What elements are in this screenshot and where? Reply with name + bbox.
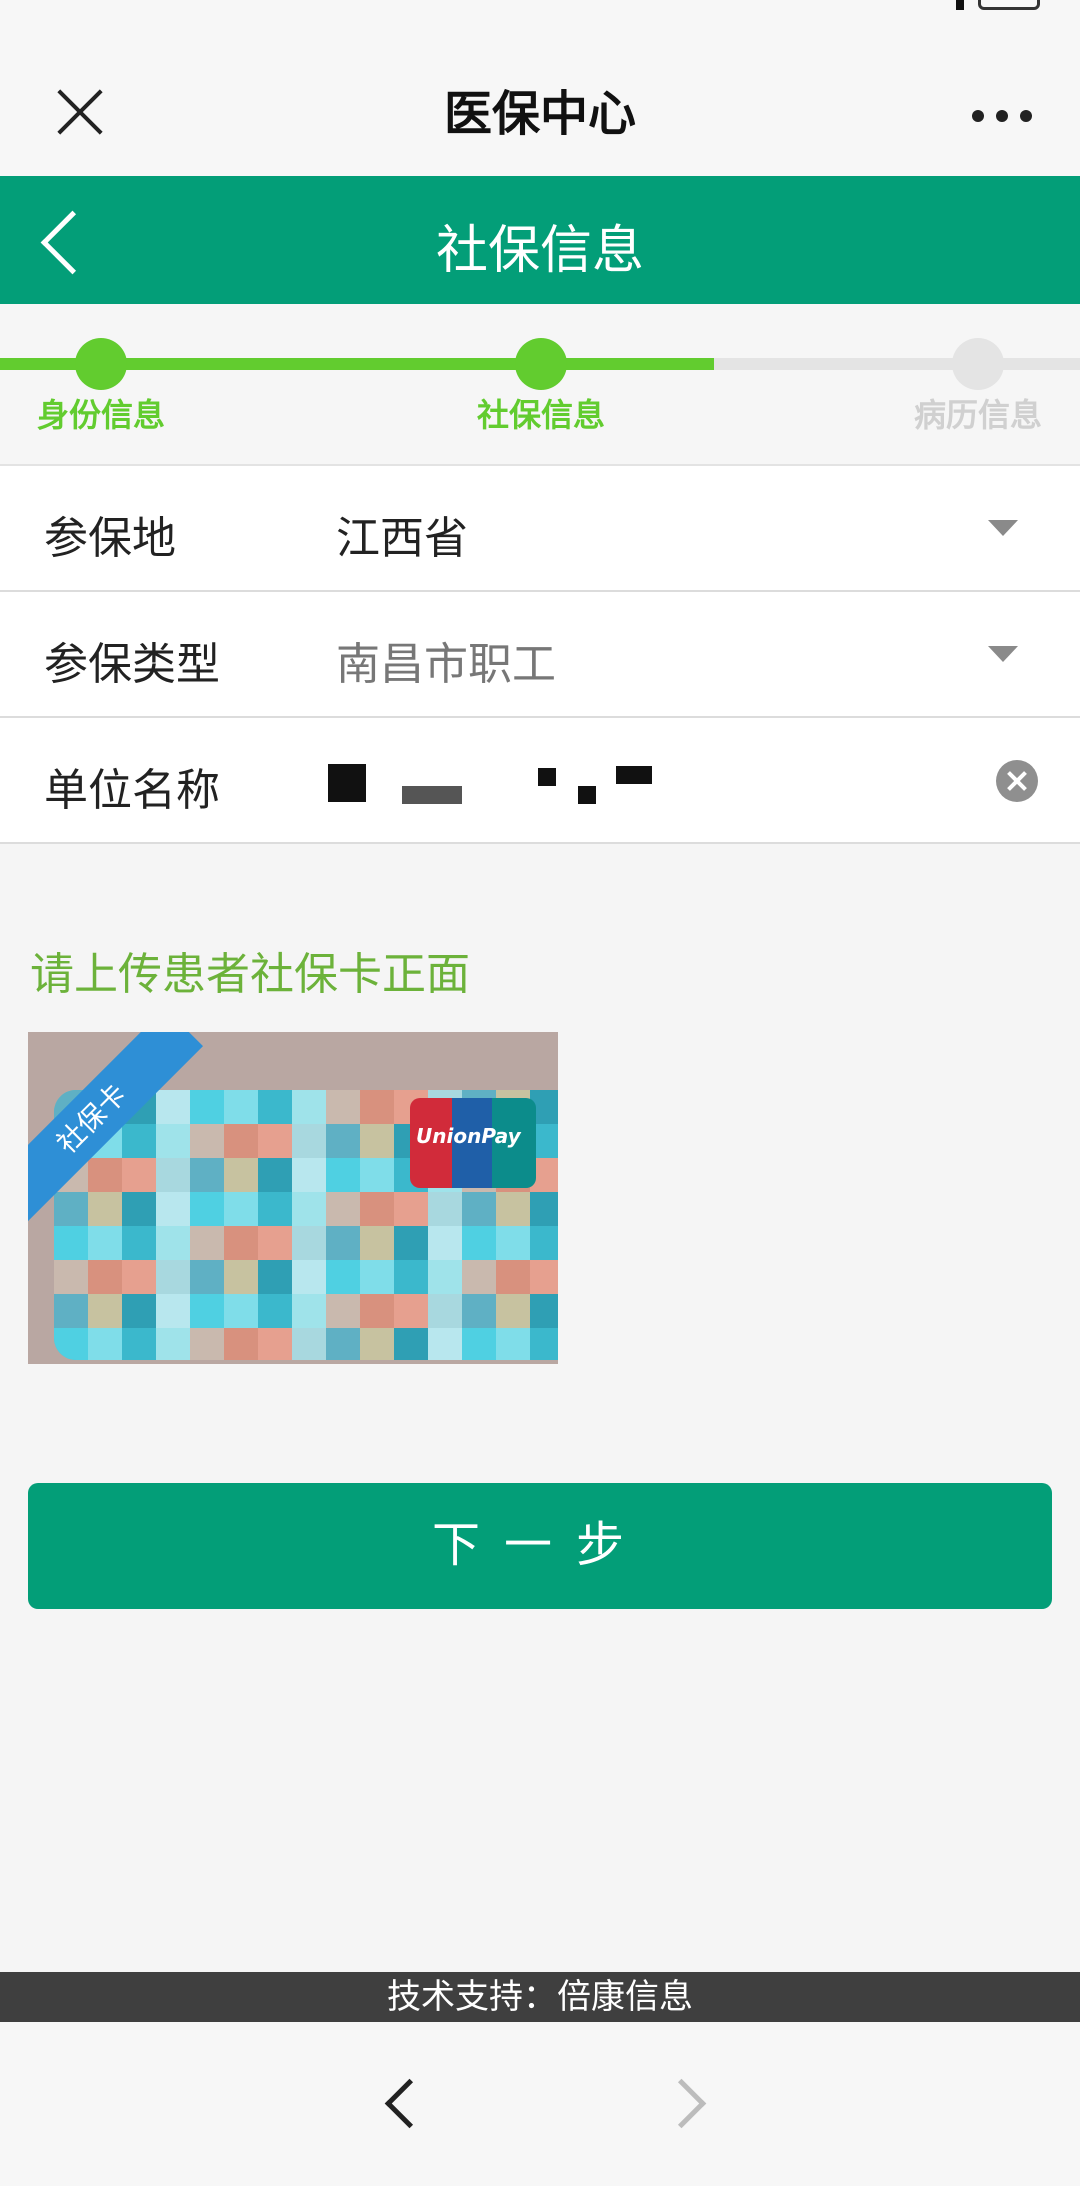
step-label-medical-record: 病历信息 xyxy=(913,396,1042,434)
dropdown-arrow-icon xyxy=(988,646,1018,662)
wechat-title: 医保中心 xyxy=(443,86,636,142)
clear-icon[interactable] xyxy=(996,760,1038,802)
redacted-text xyxy=(616,766,652,784)
step-dot-social-security xyxy=(515,338,567,390)
wechat-title-bar: 医保中心 xyxy=(0,30,1080,176)
field-label: 单位名称 xyxy=(44,765,220,816)
field-value: 江西省 xyxy=(336,513,468,564)
redacted-text xyxy=(328,764,366,802)
upload-instruction: 请上传患者社保卡正面 xyxy=(30,949,470,1000)
page-title: 社保信息 xyxy=(435,221,644,281)
unionpay-text: UnionPay xyxy=(416,1124,521,1148)
step-dot-medical-record xyxy=(952,338,1004,390)
status-indicators xyxy=(952,0,1040,10)
insured-place-select[interactable]: 参保地 江西省 xyxy=(0,466,1080,592)
unionpay-logo: UnionPay xyxy=(410,1098,536,1188)
progress-track-pending xyxy=(714,358,1080,370)
field-value: 南昌市职工 xyxy=(336,639,556,690)
nav-forward-icon[interactable] xyxy=(664,2082,708,2126)
tech-support-footer: 技术支持：倍康信息 xyxy=(0,1972,1080,2022)
step-dot-identity xyxy=(75,338,127,390)
insurance-form: 参保地 江西省 参保类型 南昌市职工 单位名称 xyxy=(0,466,1080,844)
step-label-identity: 身份信息 xyxy=(36,396,165,434)
field-label: 参保地 xyxy=(44,513,176,564)
browser-nav-bar xyxy=(0,2022,1080,2186)
page-header: 社保信息 xyxy=(0,176,1080,304)
more-icon[interactable] xyxy=(972,110,1032,122)
step-label-social-security: 社保信息 xyxy=(476,396,605,434)
status-bar xyxy=(0,0,1080,30)
battery-icon xyxy=(978,0,1040,10)
employer-name-field[interactable]: 单位名称 xyxy=(0,718,1080,844)
redacted-text xyxy=(578,786,596,804)
signal-icon xyxy=(956,0,964,10)
dropdown-arrow-icon xyxy=(988,520,1018,536)
insurance-type-select[interactable]: 参保类型 南昌市职工 xyxy=(0,592,1080,718)
next-step-button[interactable]: 下一步 xyxy=(28,1483,1052,1609)
social-security-card-photo[interactable]: 社保卡 xyxy=(28,1032,558,1364)
redacted-text xyxy=(402,786,462,804)
nav-back-icon[interactable] xyxy=(380,2082,424,2126)
progress-steps: 身份信息 社保信息 病历信息 xyxy=(0,304,1080,466)
redacted-text xyxy=(538,768,556,786)
field-label: 参保类型 xyxy=(44,639,220,690)
